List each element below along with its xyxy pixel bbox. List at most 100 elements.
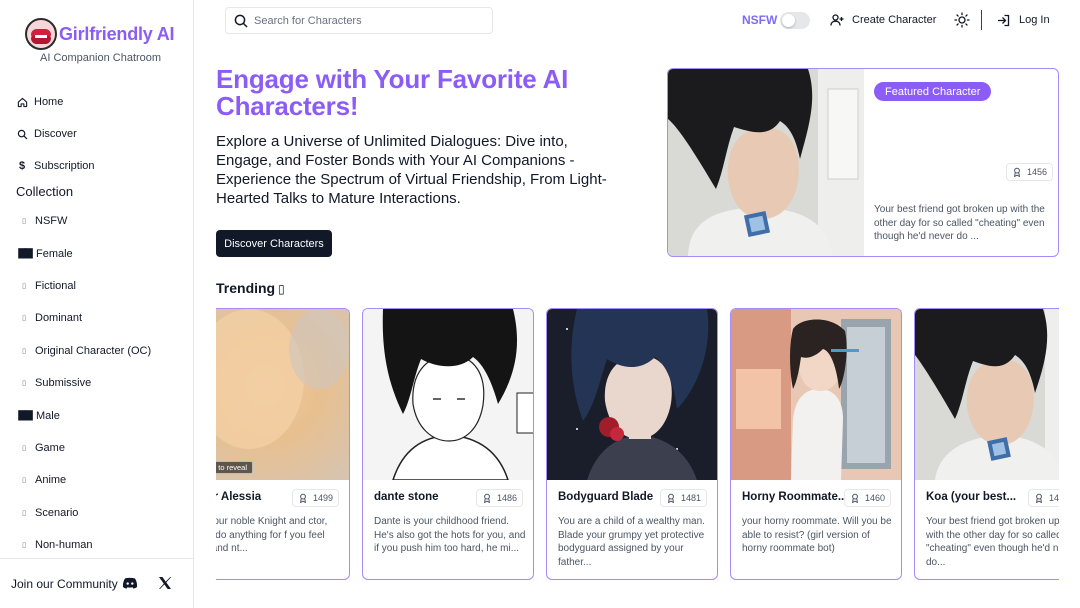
character-description: You are a child of a wealthy man. Blade … bbox=[558, 516, 705, 568]
chat-count-icon bbox=[1013, 167, 1021, 177]
collection-item-label: Original Character (OC) bbox=[35, 344, 152, 357]
chat-count: 1481 bbox=[680, 493, 701, 503]
chat-count: 1456 bbox=[1048, 493, 1059, 503]
tofu-glyph-icon: ▯ bbox=[22, 444, 26, 452]
home-icon bbox=[16, 96, 28, 108]
collection-item-anime[interactable]: ▯ Anime bbox=[16, 464, 151, 496]
character-description: Your best friend got broken up with the … bbox=[926, 516, 1059, 568]
chat-count-badge: 1486 bbox=[475, 489, 523, 507]
discover-characters-button[interactable]: Discover Characters bbox=[216, 230, 332, 257]
character-card[interactable]: Bodyguard Blade 1481 You are a child of … bbox=[546, 308, 718, 580]
nav-item-label: Discover bbox=[34, 128, 77, 140]
character-name: dante stone bbox=[374, 491, 439, 503]
collection-item-male[interactable]: ▇▇ Male bbox=[16, 399, 151, 431]
brand-name: Girlfriendly AI bbox=[59, 23, 175, 44]
character-name: Horny Roommate... bbox=[742, 491, 848, 503]
trending-label: Trending bbox=[216, 280, 276, 296]
chat-count-badge: 1499 bbox=[291, 489, 339, 507]
search-icon bbox=[234, 14, 248, 28]
discord-icon[interactable] bbox=[122, 577, 138, 589]
tofu-glyph-icon: ▯ bbox=[22, 542, 26, 550]
featured-description: Your best friend got broken up with the … bbox=[874, 204, 1045, 242]
character-name: Koa (your best... bbox=[926, 491, 1017, 503]
trending-carousel[interactable]: gle NSFW to reveal ector Alessia 1499 a … bbox=[216, 308, 1059, 580]
character-description: your horny roommate. Will you be able to… bbox=[742, 516, 892, 554]
collection-item-label: Submissive bbox=[35, 377, 92, 390]
collection-item-dominant[interactable]: ▯ Dominant bbox=[16, 302, 151, 334]
x-twitter-icon[interactable] bbox=[158, 576, 172, 590]
main-nav: Home Discover $ Subscription bbox=[16, 86, 95, 182]
collection-list: ▯ NSFW ▇▇ Female ▯ Fictional ▯ Dominant ▯ Ori… bbox=[16, 205, 151, 561]
featured-character-image bbox=[668, 69, 864, 256]
character-image bbox=[731, 309, 901, 480]
collection-item-label: Male bbox=[36, 409, 60, 422]
character-image-blurred bbox=[216, 309, 349, 480]
community-bar: Join our Community bbox=[0, 558, 193, 608]
collection-item-label: NSFW bbox=[35, 215, 68, 228]
hero-title: Engage with Your Favorite AI Characters! bbox=[216, 64, 569, 121]
hero-description: Explore a Universe of Unlimited Dialogue… bbox=[216, 133, 607, 207]
chat-count-badge: 1456 bbox=[1006, 163, 1054, 181]
character-card[interactable]: Koa (your best... 1456 Your best friend … bbox=[914, 308, 1059, 580]
collection-item-label: Game bbox=[35, 441, 65, 454]
character-description: a is your noble Knight and ctor, she'll … bbox=[216, 516, 328, 554]
chat-count: 1460 bbox=[864, 493, 885, 503]
chat-count: 1456 bbox=[1027, 167, 1048, 177]
nav-item-subscription[interactable]: $ Subscription bbox=[16, 150, 95, 182]
tofu-glyph-icon: ▯ bbox=[278, 282, 285, 296]
search-input[interactable] bbox=[254, 14, 484, 27]
create-character-button[interactable]: Create Character bbox=[830, 10, 936, 30]
search-box[interactable] bbox=[225, 7, 493, 34]
tofu-glyph-icon: ▯ bbox=[22, 347, 26, 355]
tofu-glyph-icon: ▯ bbox=[22, 477, 26, 485]
dollar-icon: $ bbox=[18, 160, 26, 172]
character-card[interactable]: gle NSFW to reveal ector Alessia 1499 a … bbox=[216, 308, 350, 580]
nsfw-reveal-badge[interactable]: gle NSFW to reveal bbox=[216, 461, 254, 474]
nav-item-discover[interactable]: Discover bbox=[16, 118, 95, 150]
featured-badge: Featured Character bbox=[874, 82, 992, 101]
collection-item-label: Non-human bbox=[35, 539, 93, 552]
tofu-glyph-icon: ▇▇ bbox=[18, 410, 32, 422]
chat-count-icon bbox=[483, 493, 490, 503]
chat-count-icon bbox=[1035, 493, 1042, 503]
topbar-divider bbox=[981, 10, 982, 30]
character-image bbox=[363, 309, 533, 480]
collection-item-label: Dominant bbox=[35, 312, 83, 325]
create-character-label: Create Character bbox=[852, 14, 937, 26]
collection-item-non-human[interactable]: ▯ Non-human bbox=[16, 529, 151, 561]
collection-item-nsfw[interactable]: ▯ NSFW bbox=[16, 205, 151, 237]
tofu-glyph-icon: ▯ bbox=[22, 282, 26, 290]
featured-character-card[interactable]: Featured Character 1456 Your best friend… bbox=[667, 68, 1059, 257]
character-name: ector Alessia bbox=[216, 491, 262, 503]
character-card[interactable]: dante stone 1486 Dante is your childhood… bbox=[362, 308, 534, 580]
search-icon bbox=[16, 128, 28, 140]
nav-item-home[interactable]: Home bbox=[16, 86, 95, 118]
character-image bbox=[547, 309, 717, 480]
nav-item-label: Home bbox=[34, 96, 64, 108]
collection-item-fictional[interactable]: ▯ Fictional bbox=[16, 270, 151, 302]
collection-item-female[interactable]: ▇▇ Female bbox=[16, 237, 151, 269]
chat-count-badge: 1481 bbox=[659, 489, 707, 507]
collection-heading: Collection bbox=[16, 184, 74, 199]
login-button[interactable]: Log In bbox=[997, 10, 1050, 30]
chat-count-icon bbox=[851, 493, 858, 503]
collection-item-label: Scenario bbox=[35, 506, 79, 519]
user-plus-icon bbox=[830, 14, 844, 26]
nsfw-toggle[interactable] bbox=[780, 12, 810, 29]
tofu-glyph-icon: ▯ bbox=[22, 380, 26, 388]
chat-count-badge: 1460 bbox=[843, 489, 891, 507]
collection-item-scenario[interactable]: ▯ Scenario bbox=[16, 497, 151, 529]
login-label: Log In bbox=[1019, 14, 1050, 26]
collection-item-game[interactable]: ▯ Game bbox=[16, 432, 151, 464]
collection-item-label: Anime bbox=[35, 474, 67, 487]
brand-link[interactable]: Girlfriendly AI bbox=[25, 18, 175, 50]
collection-item-submissive[interactable]: ▯ Submissive bbox=[16, 367, 151, 399]
sidebar: Girlfriendly AI AI Companion Chatroom Ho… bbox=[0, 0, 194, 608]
community-label: Join our Community bbox=[11, 576, 118, 591]
character-card[interactable]: Horny Roommate... 1460 your horny roomma… bbox=[730, 308, 902, 580]
tofu-glyph-icon: ▯ bbox=[22, 509, 26, 517]
sun-icon[interactable] bbox=[954, 12, 970, 28]
chat-count: 1499 bbox=[312, 493, 333, 503]
trending-heading: Trending ▯ bbox=[216, 280, 285, 296]
collection-item-original-character[interactable]: ▯ Original Character (OC) bbox=[16, 335, 151, 367]
